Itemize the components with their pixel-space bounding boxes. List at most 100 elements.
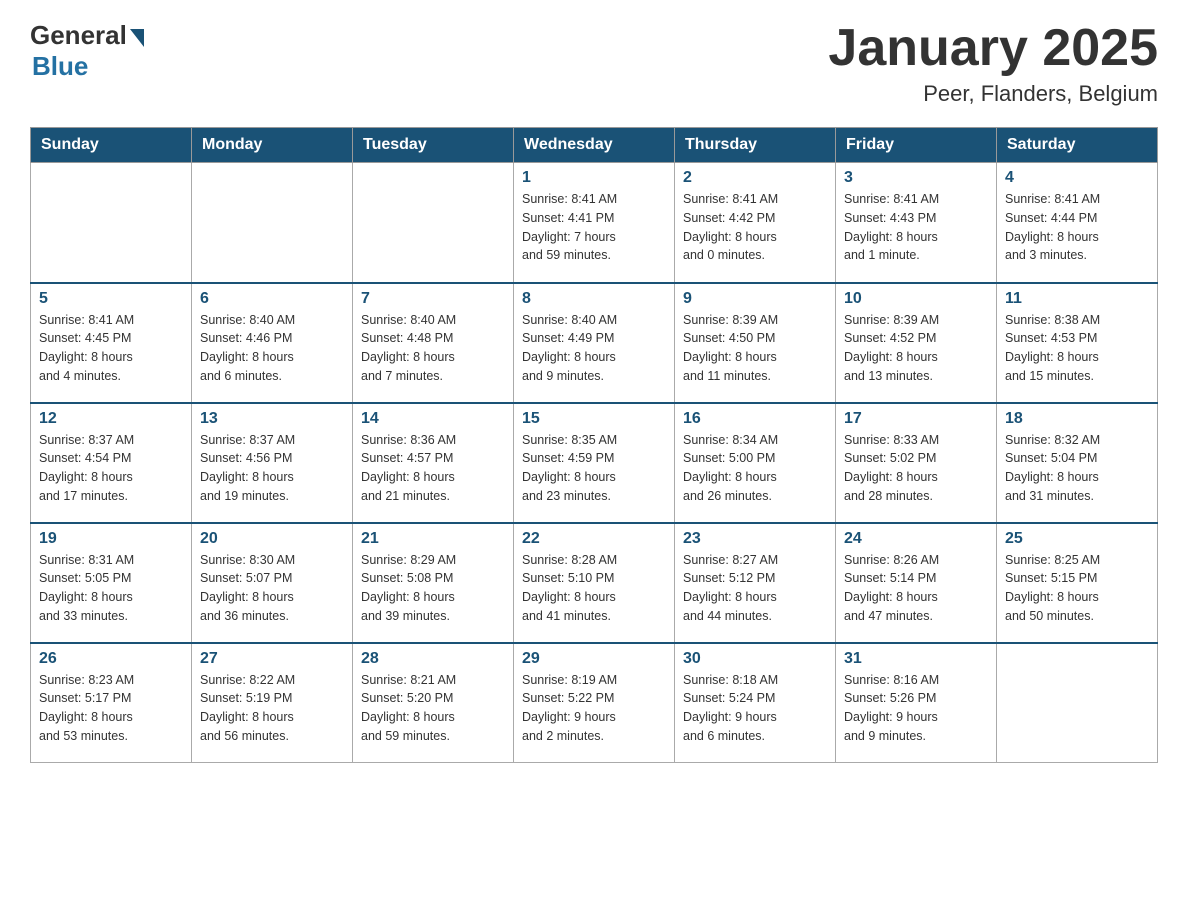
day-info: Sunrise: 8:30 AM Sunset: 5:07 PM Dayligh… (200, 551, 344, 626)
day-info: Sunrise: 8:31 AM Sunset: 5:05 PM Dayligh… (39, 551, 183, 626)
calendar-cell: 11 Sunrise: 8:38 AM Sunset: 4:53 PM Dayli… (997, 283, 1158, 403)
page-header: General Blue January 2025 Peer, Flanders… (30, 20, 1158, 107)
day-number: 14 (361, 410, 505, 428)
calendar-cell: 28 Sunrise: 8:21 AM Sunset: 5:20 PM Dayli… (353, 643, 514, 763)
day-number: 3 (844, 169, 988, 187)
calendar-cell: 10Sunrise: 8:39 AM Sunset: 4:52 PM Dayli… (836, 283, 997, 403)
calendar-cell: 3 Sunrise: 8:41 AM Sunset: 4:43 PM Daylig… (836, 163, 997, 283)
day-number: 15 (522, 410, 666, 428)
day-info: Sunrise: 8:33 AM Sunset: 5:02 PM Dayligh… (844, 431, 988, 506)
day-number: 11 (1005, 290, 1149, 308)
calendar-cell (192, 163, 353, 283)
calendar-cell: 31 Sunrise: 8:16 AM Sunset: 5:26 PM Dayli… (836, 643, 997, 763)
calendar-cell (997, 643, 1158, 763)
calendar-header-saturday: Saturday (997, 128, 1158, 163)
calendar-week-row: 26 Sunrise: 8:23 AM Sunset: 5:17 PM Dayli… (31, 643, 1158, 763)
calendar-cell: 19 Sunrise: 8:31 AM Sunset: 5:05 PM Dayli… (31, 523, 192, 643)
day-number: 20 (200, 530, 344, 548)
day-number: 1 (522, 169, 666, 187)
day-number: 30 (683, 650, 827, 668)
calendar-cell: 24Sunrise: 8:26 AM Sunset: 5:14 PM Dayli… (836, 523, 997, 643)
calendar-cell (31, 163, 192, 283)
day-number: 24 (844, 530, 988, 548)
day-number: 26 (39, 650, 183, 668)
calendar-cell: 16Sunrise: 8:34 AM Sunset: 5:00 PM Dayli… (675, 403, 836, 523)
day-number: 13 (200, 410, 344, 428)
day-info: Sunrise: 8:21 AM Sunset: 5:20 PM Dayligh… (361, 671, 505, 746)
calendar-cell: 9 Sunrise: 8:39 AM Sunset: 4:50 PM Daylig… (675, 283, 836, 403)
day-info: Sunrise: 8:41 AM Sunset: 4:43 PM Dayligh… (844, 190, 988, 265)
day-number: 31 (844, 650, 988, 668)
calendar-cell: 5 Sunrise: 8:41 AM Sunset: 4:45 PM Daylig… (31, 283, 192, 403)
day-info: Sunrise: 8:23 AM Sunset: 5:17 PM Dayligh… (39, 671, 183, 746)
calendar-cell: 13 Sunrise: 8:37 AM Sunset: 4:56 PM Dayli… (192, 403, 353, 523)
day-info: Sunrise: 8:40 AM Sunset: 4:46 PM Dayligh… (200, 311, 344, 386)
calendar-cell: 25Sunrise: 8:25 AM Sunset: 5:15 PM Dayli… (997, 523, 1158, 643)
calendar-cell: 4Sunrise: 8:41 AM Sunset: 4:44 PM Daylig… (997, 163, 1158, 283)
day-number: 27 (200, 650, 344, 668)
day-number: 7 (361, 290, 505, 308)
calendar-header-wednesday: Wednesday (514, 128, 675, 163)
day-number: 29 (522, 650, 666, 668)
day-number: 22 (522, 530, 666, 548)
day-number: 16 (683, 410, 827, 428)
calendar-cell: 18 Sunrise: 8:32 AM Sunset: 5:04 PM Dayli… (997, 403, 1158, 523)
calendar-cell: 8Sunrise: 8:40 AM Sunset: 4:49 PM Daylig… (514, 283, 675, 403)
day-number: 18 (1005, 410, 1149, 428)
day-number: 21 (361, 530, 505, 548)
day-info: Sunrise: 8:41 AM Sunset: 4:42 PM Dayligh… (683, 190, 827, 265)
day-info: Sunrise: 8:41 AM Sunset: 4:45 PM Dayligh… (39, 311, 183, 386)
day-number: 9 (683, 290, 827, 308)
day-number: 6 (200, 290, 344, 308)
day-info: Sunrise: 8:19 AM Sunset: 5:22 PM Dayligh… (522, 671, 666, 746)
day-number: 8 (522, 290, 666, 308)
calendar-header-friday: Friday (836, 128, 997, 163)
day-info: Sunrise: 8:32 AM Sunset: 5:04 PM Dayligh… (1005, 431, 1149, 506)
calendar-header-tuesday: Tuesday (353, 128, 514, 163)
calendar-cell: 2Sunrise: 8:41 AM Sunset: 4:42 PM Daylig… (675, 163, 836, 283)
calendar-cell: 12 Sunrise: 8:37 AM Sunset: 4:54 PM Dayli… (31, 403, 192, 523)
calendar-header-thursday: Thursday (675, 128, 836, 163)
calendar-cell: 29 Sunrise: 8:19 AM Sunset: 5:22 PM Dayli… (514, 643, 675, 763)
day-number: 5 (39, 290, 183, 308)
calendar-header-row: SundayMondayTuesdayWednesdayThursdayFrid… (31, 128, 1158, 163)
calendar-cell: 30 Sunrise: 8:18 AM Sunset: 5:24 PM Dayli… (675, 643, 836, 763)
day-info: Sunrise: 8:22 AM Sunset: 5:19 PM Dayligh… (200, 671, 344, 746)
day-info: Sunrise: 8:37 AM Sunset: 4:54 PM Dayligh… (39, 431, 183, 506)
calendar-cell: 26 Sunrise: 8:23 AM Sunset: 5:17 PM Dayli… (31, 643, 192, 763)
day-info: Sunrise: 8:39 AM Sunset: 4:50 PM Dayligh… (683, 311, 827, 386)
calendar-week-row: 1 Sunrise: 8:41 AM Sunset: 4:41 PM Daylig… (31, 163, 1158, 283)
day-info: Sunrise: 8:27 AM Sunset: 5:12 PM Dayligh… (683, 551, 827, 626)
calendar-week-row: 12 Sunrise: 8:37 AM Sunset: 4:54 PM Dayli… (31, 403, 1158, 523)
calendar-header-monday: Monday (192, 128, 353, 163)
day-info: Sunrise: 8:40 AM Sunset: 4:48 PM Dayligh… (361, 311, 505, 386)
day-info: Sunrise: 8:38 AM Sunset: 4:53 PM Dayligh… (1005, 311, 1149, 386)
day-number: 19 (39, 530, 183, 548)
calendar-cell: 20 Sunrise: 8:30 AM Sunset: 5:07 PM Dayli… (192, 523, 353, 643)
calendar-table: SundayMondayTuesdayWednesdayThursdayFrid… (30, 127, 1158, 763)
calendar-cell: 21 Sunrise: 8:29 AM Sunset: 5:08 PM Dayli… (353, 523, 514, 643)
logo-general-text: General (30, 20, 127, 51)
day-number: 28 (361, 650, 505, 668)
day-info: Sunrise: 8:16 AM Sunset: 5:26 PM Dayligh… (844, 671, 988, 746)
calendar-cell: 23Sunrise: 8:27 AM Sunset: 5:12 PM Dayli… (675, 523, 836, 643)
day-number: 4 (1005, 169, 1149, 187)
calendar-cell: 15Sunrise: 8:35 AM Sunset: 4:59 PM Dayli… (514, 403, 675, 523)
day-number: 17 (844, 410, 988, 428)
calendar-cell: 17 Sunrise: 8:33 AM Sunset: 5:02 PM Dayli… (836, 403, 997, 523)
calendar-header-sunday: Sunday (31, 128, 192, 163)
day-info: Sunrise: 8:29 AM Sunset: 5:08 PM Dayligh… (361, 551, 505, 626)
day-info: Sunrise: 8:18 AM Sunset: 5:24 PM Dayligh… (683, 671, 827, 746)
day-number: 12 (39, 410, 183, 428)
calendar-cell: 14 Sunrise: 8:36 AM Sunset: 4:57 PM Dayli… (353, 403, 514, 523)
calendar-cell: 27 Sunrise: 8:22 AM Sunset: 5:19 PM Dayli… (192, 643, 353, 763)
day-info: Sunrise: 8:41 AM Sunset: 4:41 PM Dayligh… (522, 190, 666, 265)
calendar-cell: 7 Sunrise: 8:40 AM Sunset: 4:48 PM Daylig… (353, 283, 514, 403)
day-info: Sunrise: 8:36 AM Sunset: 4:57 PM Dayligh… (361, 431, 505, 506)
calendar-cell: 6 Sunrise: 8:40 AM Sunset: 4:46 PM Daylig… (192, 283, 353, 403)
logo: General Blue (30, 20, 144, 82)
day-info: Sunrise: 8:28 AM Sunset: 5:10 PM Dayligh… (522, 551, 666, 626)
calendar-cell (353, 163, 514, 283)
day-number: 25 (1005, 530, 1149, 548)
day-info: Sunrise: 8:37 AM Sunset: 4:56 PM Dayligh… (200, 431, 344, 506)
